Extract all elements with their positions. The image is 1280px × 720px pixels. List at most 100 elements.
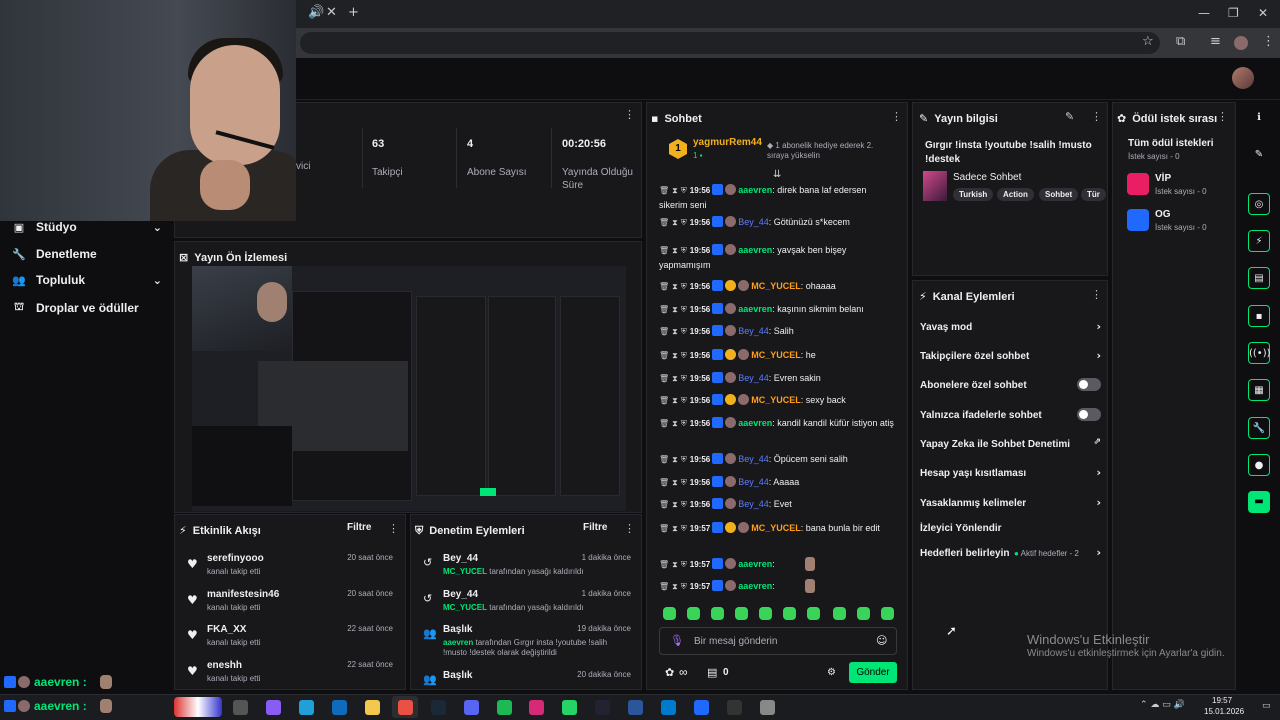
tab-close-icon[interactable]: ✕ [326,5,337,20]
action-ai-moderation[interactable]: Yapay Zeka ile Sohbet Denetimi ⇗ [920,437,1105,450]
ban-icon[interactable]: ⛨ [681,218,687,227]
instagram-icon[interactable] [529,700,544,715]
chat-username[interactable]: Bey_44 [738,373,769,383]
emote-button[interactable] [687,607,700,620]
chat-message[interactable]: 🗑 ⧗ ⛨ 19:56 MC_YUCEL: ohaaaa [659,279,895,294]
gear-icon[interactable]: ⚙ [827,667,836,678]
chat-message[interactable]: 🗑 ⧗ ⛨ 19:56 Bey_44: Evren sakin [659,371,895,386]
info-icon[interactable]: ℹ [1248,107,1270,129]
action-account-age[interactable]: Hesap yaşı kısıtlaması › [920,466,1105,479]
action-emote-only[interactable]: Yalnızca ifadelerle sohbet [920,408,1105,421]
trash-icon[interactable]: 🗑 [659,374,669,383]
maximize-button[interactable]: ❐ [1228,6,1239,20]
trash-icon[interactable]: 🗑 [659,455,669,464]
trash-icon[interactable]: 🗑 [659,419,669,428]
file-explorer-icon[interactable] [365,700,380,715]
ban-icon[interactable]: ⛨ [681,478,687,487]
chat-message[interactable]: 🗑 ⧗ ⛨ 19:57 MC_YUCEL: bana bunla bir edit [659,521,895,536]
ban-icon[interactable]: ⛨ [681,396,687,405]
emote-button[interactable] [857,607,870,620]
timeout-icon[interactable]: ⧗ [672,374,678,383]
follower-name[interactable]: FKA_XX [207,624,246,635]
timeout-icon[interactable]: ⧗ [672,218,678,227]
follower-name[interactable]: manifestesin46 [207,589,279,600]
chat-message[interactable]: 🗑 ⧗ ⛨ 19:56 Bey_44: Öpücem seni salih [659,452,895,467]
document-icon[interactable]: ▤ [1248,267,1270,289]
gift-icon[interactable]: ▤ [707,666,717,679]
user-avatar[interactable] [1232,67,1254,89]
chat-username[interactable]: MC_YUCEL [751,350,801,360]
people-icon[interactable]: ● [1248,454,1270,476]
lightning-icon[interactable]: ⚡ [1248,230,1270,252]
timeout-icon[interactable]: ⧗ [672,282,678,291]
chat-message[interactable]: 🗑 ⧗ ⛨ 19:56 MC_YUCEL: sexy back [659,393,895,408]
top-gifter-name[interactable]: yagmurRem44 [693,137,762,148]
chat-message[interactable]: 🗑 ⧗ ⛨ 19:56 Bey_44: Evet [659,497,895,512]
chat-username[interactable]: MC_YUCEL [751,395,801,405]
tag-chip[interactable]: Turkish [953,188,994,201]
vscode-icon[interactable] [661,700,676,715]
trash-icon[interactable]: 🗑 [659,582,669,591]
emote-button[interactable] [735,607,748,620]
taskbar-date[interactable]: 15.01.2026 [1204,707,1244,716]
more-options-icon[interactable]: ⋮ [1091,288,1102,301]
action-banned-words[interactable]: Yasaklanmış kelimeler › [920,496,1105,509]
target-name[interactable]: Bey_44 [443,553,478,564]
document-icon[interactable] [628,700,643,715]
edit-icon[interactable]: ✎ [1065,110,1074,123]
more-options-icon[interactable]: ⋮ [388,522,399,535]
chat-username[interactable]: Bey_44 [738,477,769,487]
action-followers-only[interactable]: Takipçilere özel sohbet › [920,349,1105,362]
more-options-icon[interactable]: ⋮ [1217,110,1228,123]
timeout-icon[interactable]: ⧗ [672,327,678,336]
quick-action-icon[interactable]: ◎ [1248,193,1270,215]
outlook-icon[interactable] [332,700,347,715]
tag-chip[interactable]: Tür [1081,188,1106,201]
scroll-down-icon[interactable]: ⇊ [773,169,781,180]
sidebar-item-moderation[interactable]: 🔧 Denetleme [12,247,162,261]
chat-message[interactable]: 🗑 ⧗ ⛨ 19:56 aaevren: direk bana laf edersen … [659,183,895,212]
taskbar-time[interactable]: 19:57 [1212,696,1232,705]
trash-icon[interactable]: 🗑 [659,351,669,360]
more-options-icon[interactable]: ⋮ [1091,110,1102,123]
minimize-button[interactable]: — [1198,6,1210,20]
emote-button[interactable] [663,607,676,620]
timeout-icon[interactable]: ⧗ [672,351,678,360]
follower-name[interactable]: serefinyooo [207,553,264,564]
ban-icon[interactable]: ⛨ [681,305,687,314]
timeout-icon[interactable]: ⧗ [672,246,678,255]
task-view-icon[interactable] [233,700,248,715]
ban-icon[interactable]: ⛨ [681,186,687,195]
ban-icon[interactable]: ⛨ [681,560,687,569]
app-icon[interactable] [694,700,709,715]
trash-icon[interactable]: 🗑 [659,524,669,533]
more-options-icon[interactable]: ⋮ [891,110,902,123]
address-bar[interactable] [300,32,1160,54]
chat-username[interactable]: aaevren [738,559,772,569]
app-icon[interactable] [760,700,775,715]
trash-icon[interactable]: 🗑 [659,396,669,405]
chat-username[interactable]: aaevren [738,185,772,195]
broadcast-icon[interactable]: ((•)) [1248,342,1271,364]
timeout-icon[interactable]: ⧗ [672,396,678,405]
profile-avatar[interactable] [1234,36,1248,50]
ban-icon[interactable]: ⛨ [681,524,687,533]
chat-username[interactable]: Bey_44 [738,326,769,336]
chat-message[interactable]: 🗑 ⧗ ⛨ 19:56 aaevren: kandil kandil küfür ist… [659,416,895,431]
chat-username[interactable]: Bey_44 [738,454,769,464]
new-tab-button[interactable]: + [348,5,359,20]
emote-button[interactable] [783,607,796,620]
trash-icon[interactable]: 🗑 [659,560,669,569]
trash-icon[interactable]: 🗑 [659,186,669,195]
timeout-icon[interactable]: ⧗ [672,419,678,428]
whatsapp-icon[interactable] [562,700,577,715]
speaker-icon[interactable]: 🔊 [308,5,324,20]
chat-message[interactable]: 🗑 ⧗ ⛨ 19:56 MC_YUCEL: he [659,348,895,363]
chat-username[interactable]: aaevren [738,418,772,428]
chat-username[interactable]: aaevren [738,581,772,591]
sidebar-item-studio[interactable]: ▣ Stüdyo ⌄ [12,220,162,234]
weather-widget-icon[interactable] [174,697,222,717]
stream-preview-video[interactable] [192,266,626,511]
timeout-icon[interactable]: ⧗ [672,305,678,314]
timeout-icon[interactable]: ⧗ [672,455,678,464]
